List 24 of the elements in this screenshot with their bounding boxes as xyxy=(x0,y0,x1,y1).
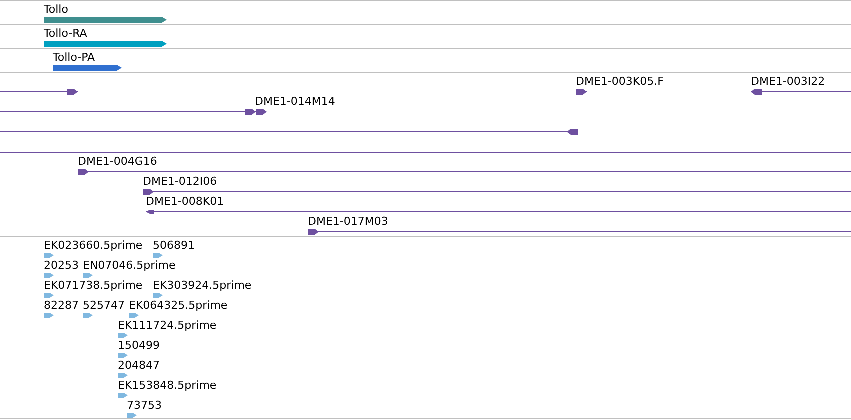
feature-label: DME1-003I22 xyxy=(751,75,826,88)
feature-label: DME1-017M03 xyxy=(308,215,388,228)
feature-label: Tollo-RA xyxy=(44,27,88,40)
feature-label: 82287 xyxy=(44,299,79,312)
feature-label: EK064325.5prime xyxy=(129,299,228,312)
feature-label: EK303924.5prime xyxy=(153,279,252,292)
feature-label: 525747 xyxy=(83,299,125,312)
feature-label: EK153848.5prime xyxy=(118,379,217,392)
feature-label: 150499 xyxy=(118,339,160,352)
feature-label: EN07046.5prime xyxy=(83,259,176,272)
feature-label: Tollo-PA xyxy=(53,51,96,64)
feature-label: Tollo xyxy=(44,3,68,16)
feature-label: 506891 xyxy=(153,239,195,252)
feature-label: DME1-014M14 xyxy=(255,95,336,108)
feature-label: DME1-008K01 xyxy=(146,195,224,208)
feature-label: EK111724.5prime xyxy=(118,319,217,332)
feature-label: 20253 xyxy=(44,259,79,272)
feature-label: 73753 xyxy=(127,399,162,412)
feature-label: DME1-004G16 xyxy=(78,155,158,168)
feature-label: DME1-012I06 xyxy=(143,175,218,188)
feature-label: 204847 xyxy=(118,359,160,372)
feature-label: EK071738.5prime xyxy=(44,279,143,292)
feature-label: EK023660.5prime xyxy=(44,239,143,252)
feature-label: DME1-003K05.F xyxy=(576,75,664,88)
